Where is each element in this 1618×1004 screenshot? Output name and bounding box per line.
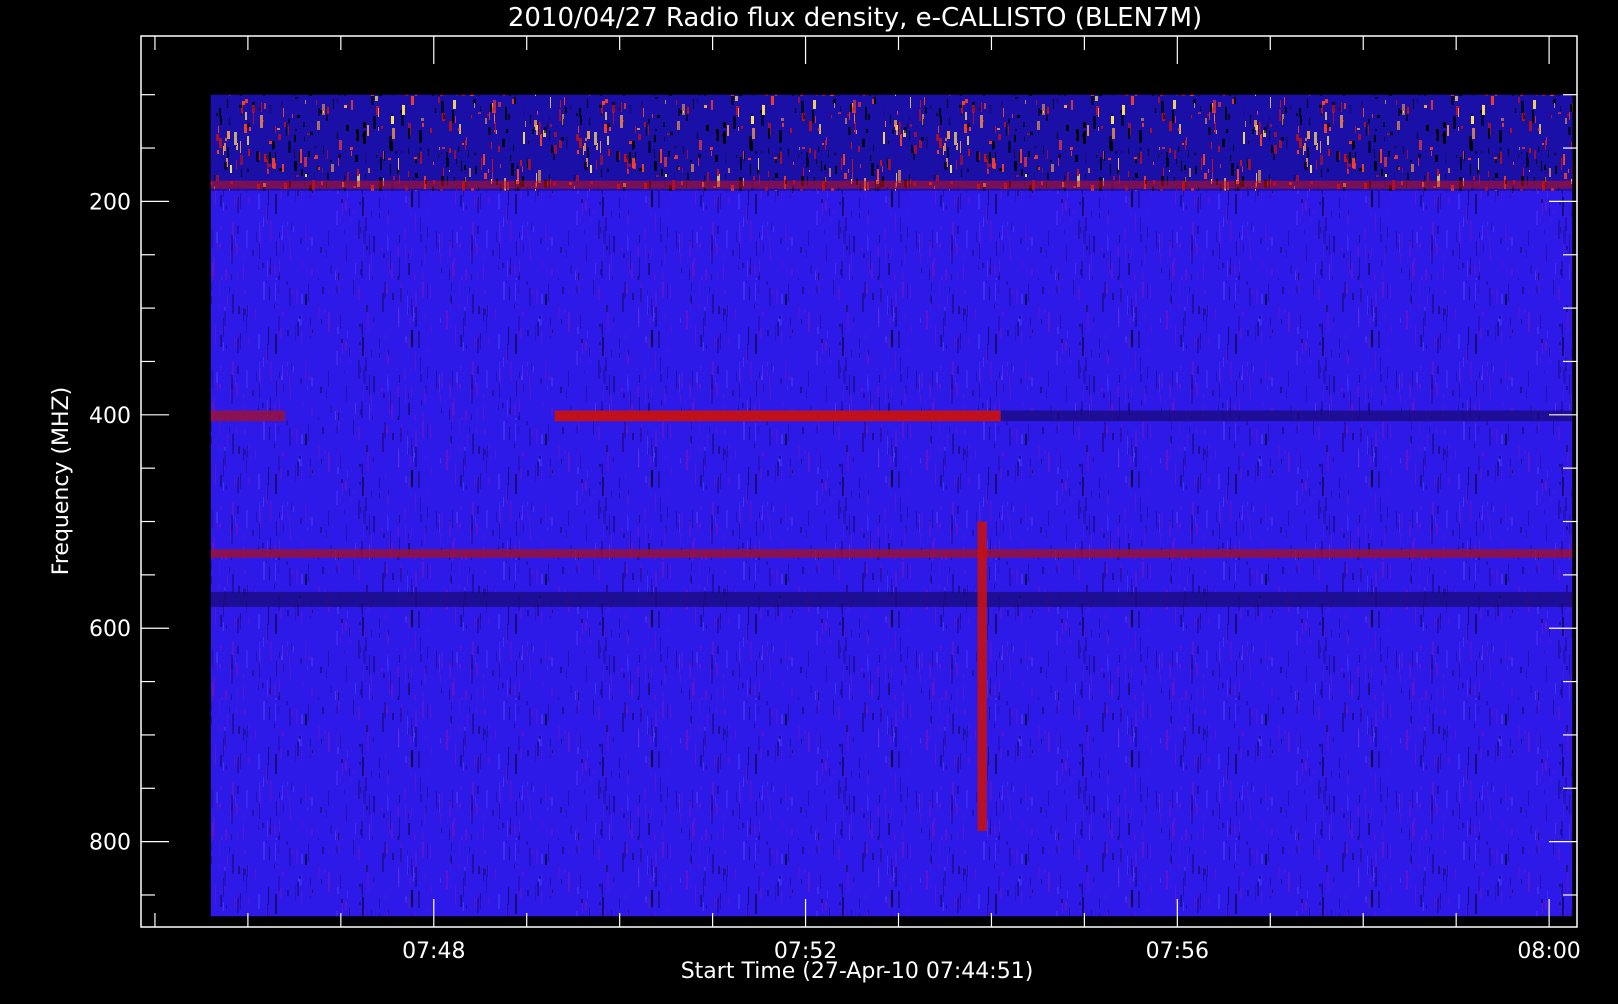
- x-tick-label: 08:00: [1517, 939, 1580, 964]
- x-axis-label: Start Time (27-Apr-10 07:44:51): [681, 959, 1034, 984]
- y-tick-label: 800: [89, 831, 131, 856]
- heatmap-texture: [210, 94, 1573, 917]
- heatmap-layer: [210, 94, 1573, 917]
- heatmap-feature-3: [554, 410, 1001, 422]
- heatmap-feature-6: [210, 591, 1573, 607]
- y-axis-label: Frequency (MHZ): [49, 387, 74, 575]
- chart-svg: 2010/04/27 Radio flux density, e-CALLIST…: [49, 3, 1581, 984]
- heatmap-feature-2: [210, 410, 286, 422]
- x-tick-label: 07:56: [1146, 939, 1209, 964]
- chart-title: 2010/04/27 Radio flux density, e-CALLIST…: [508, 3, 1202, 33]
- y-tick-label: 400: [89, 404, 131, 429]
- x-tick-label: 07:48: [402, 939, 465, 964]
- heatmap-feature-1: [210, 94, 1573, 191]
- heatmap-feature-5: [210, 549, 1573, 558]
- y-tick-label: 200: [89, 190, 131, 215]
- y-tick-label: 600: [89, 617, 131, 642]
- heatmap-feature-4: [1000, 410, 1573, 422]
- heatmap-feature-7: [977, 521, 987, 831]
- spectrogram-chart: 2010/04/27 Radio flux density, e-CALLIST…: [0, 0, 1618, 1000]
